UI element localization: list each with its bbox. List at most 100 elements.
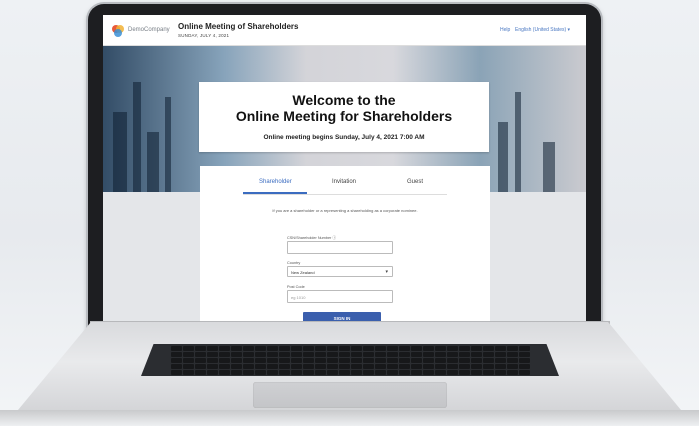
keyboard-key [494,358,506,363]
keyboard-key [326,364,338,369]
keyboard-key [194,358,206,363]
keyboard-key [302,364,314,369]
holder-number-field[interactable] [287,241,393,254]
keyboard-key [230,370,242,375]
keyboard-key [290,352,302,357]
postcode-field[interactable]: eg 1010 [287,290,393,303]
keyboard-key [386,346,398,351]
tab-divider [243,194,447,195]
keyboard-key [374,346,386,351]
laptop-trackpad [253,382,447,408]
chevron-down-icon: ▾ [567,27,571,33]
keyboard-key [446,364,458,369]
keyboard-key [290,370,302,375]
keyboard-key [374,352,386,357]
keyboard-key [254,364,266,369]
keyboard-key [206,364,218,369]
keyboard-key [218,358,230,363]
keyboard-key [326,346,338,351]
chevron-down-icon: ▾ [385,269,388,275]
login-intro-text: If you are a shareholder or a representi… [272,208,418,213]
keyboard-key [326,352,338,357]
tab-guest[interactable]: Guest [407,179,423,185]
keyboard-key [434,346,446,351]
keyboard-key [266,346,278,351]
keyboard-key [458,358,470,363]
keyboard-key [266,364,278,369]
keyboard-key [338,364,350,369]
page-title: Online Meeting of Shareholders [178,22,299,31]
keyboard-key [350,364,362,369]
country-label: Country [287,261,301,265]
keyboard-key [482,370,494,375]
keyboard-key [518,364,530,369]
welcome-heading-line2: Online Meeting for Shareholders [235,108,453,124]
keyboard-key [302,352,314,357]
keyboard-key [422,358,434,363]
keyboard-key [314,346,326,351]
keyboard-key [194,346,206,351]
keyboard-key [410,358,422,363]
keyboard-key [254,358,266,363]
keyboard-key [434,364,446,369]
keyboard-key [194,364,206,369]
keyboard-key [398,358,410,363]
keyboard-key [362,358,374,363]
keyboard-key [230,346,242,351]
keyboard-key [422,364,434,369]
keyboard-key [386,352,398,357]
keyboard-key [410,364,422,369]
laptop-screen: DemoCompany Online Meeting of Shareholde… [103,15,586,325]
keyboard-key [206,346,218,351]
country-value: New Zealand [291,270,315,275]
keyboard-key [434,352,446,357]
keyboard-key [182,364,194,369]
keyboard-key [518,370,530,375]
keyboard-key [278,352,290,357]
keyboard-key [494,364,506,369]
keyboard-key [350,358,362,363]
keyboard-key [278,346,290,351]
keyboard-key [398,346,410,351]
keyboard-key [170,370,182,375]
keyboard-key [314,358,326,363]
keyboard-key [230,358,242,363]
keyboard-key [374,370,386,375]
keyboard-key [182,346,194,351]
postcode-placeholder: eg 1010 [291,295,306,300]
keyboard-key [242,358,254,363]
meeting-date: SUNDAY, JULY 4, 2021 [178,33,230,38]
keyboard-key [506,352,518,357]
meeting-start-text: Online meeting begins Sunday, July 4, 20… [263,134,425,141]
keyboard-key [470,358,482,363]
keyboard-key [458,346,470,351]
tab-shareholder[interactable]: Shareholder [259,179,292,185]
login-card: Shareholder Invitation Guest If you are … [200,166,490,325]
keyboard-key [338,346,350,351]
keyboard-key [206,358,218,363]
keyboard-key [482,352,494,357]
keyboard-key [326,358,338,363]
keyboard-key [242,352,254,357]
keyboard-key [410,352,422,357]
keyboard-key [518,352,530,357]
keyboard-key [398,370,410,375]
keyboard-key [314,352,326,357]
tab-invitation[interactable]: Invitation [332,179,356,185]
keyboard-key [254,346,266,351]
keyboard-key [374,364,386,369]
language-selector[interactable]: English (United States) ▾ [515,27,570,33]
keyboard-key [506,364,518,369]
keyboard-key [350,370,362,375]
country-select[interactable]: New Zealand ▾ [287,266,393,277]
keyboard-key [266,370,278,375]
desk-surface [0,410,699,426]
help-link[interactable]: Help [500,27,510,33]
keyboard-key [518,358,530,363]
keyboard-key [302,346,314,351]
keyboard-key [470,370,482,375]
keyboard-key [290,346,302,351]
keyboard-key [422,352,434,357]
keyboard-key [422,370,434,375]
keyboard-key [266,358,278,363]
